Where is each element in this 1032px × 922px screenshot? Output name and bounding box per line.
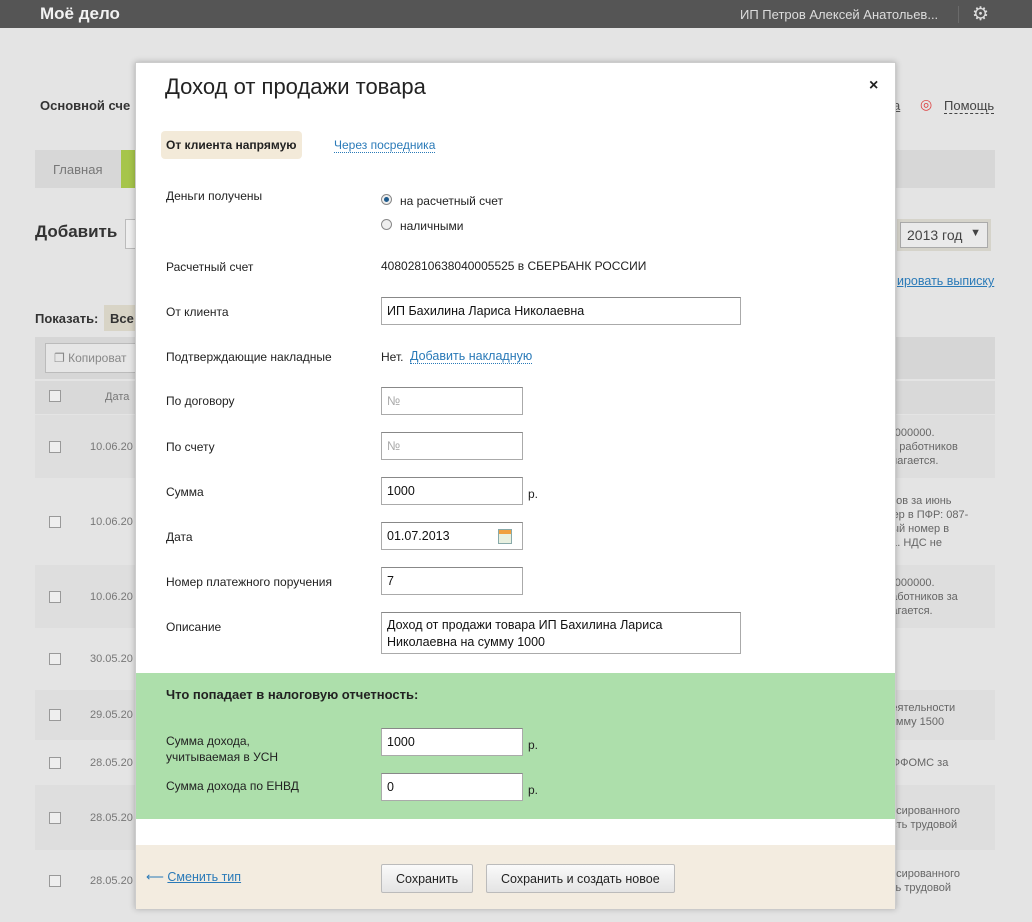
order-label: Номер платежного поручения <box>166 575 332 589</box>
row-description-line: иксированного <box>885 804 960 817</box>
row-date: 28.05.20 <box>90 756 133 769</box>
change-type-link[interactable]: ⟵ Сменить тип <box>146 869 241 884</box>
row-checkbox[interactable] <box>49 590 61 603</box>
account-value: 40802810638040005525 в СБЕРБАНК РОССИИ <box>381 259 647 273</box>
row-description: иксированного сть трудовой <box>885 867 960 895</box>
sum-input[interactable]: 1000 <box>381 477 523 505</box>
row-description-line: мер в ПФР: 087- <box>885 508 969 521</box>
copy-icon: ❐ <box>54 351 65 365</box>
nav-home[interactable]: Главная <box>53 162 102 177</box>
usn-label-1: Сумма дохода, <box>166 734 250 748</box>
help-link[interactable]: Помощь <box>944 98 995 114</box>
description-textarea[interactable]: Доход от продажи товара ИП Бахилина Лари… <box>381 612 741 654</box>
income-dialog: Доход от продажи товара × От клиента нап… <box>135 62 896 909</box>
calendar-icon[interactable] <box>498 529 512 544</box>
usn-input[interactable]: 1000 <box>381 728 523 756</box>
dialog-footer: ⟵ Сменить тип Сохранить Сохранить и созд… <box>136 845 895 909</box>
client-label: От клиента <box>166 305 229 319</box>
row-description-line: асть трудовой <box>885 818 958 831</box>
row-date: 30.05.20 <box>90 653 133 665</box>
contract-label: По договору <box>166 394 235 408</box>
save-and-new-button[interactable]: Сохранить и создать новое <box>486 864 675 893</box>
row-checkbox[interactable] <box>49 756 61 769</box>
year-value: 2013 год <box>907 227 963 243</box>
bill-input[interactable]: № <box>381 432 523 460</box>
row-description-line: ный номер в <box>885 522 950 535</box>
dialog-title: Доход от продажи товара <box>165 74 426 99</box>
row-description-line: сть трудовой <box>885 882 952 894</box>
statement-link[interactable]: ировать выписку <box>897 274 994 288</box>
column-date[interactable]: Дата <box>105 391 129 403</box>
close-icon[interactable]: × <box>869 77 878 95</box>
row-checkbox[interactable] <box>49 515 61 528</box>
money-received-label: Деньги получены <box>166 189 263 203</box>
description-label: Описание <box>166 620 222 634</box>
lifebuoy-icon: ◎ <box>920 96 933 112</box>
tax-section-title: Что попадает в налоговую отчетность: <box>166 687 419 702</box>
row-date: 10.06.20 <box>90 515 133 528</box>
usn-currency: р. <box>528 738 539 752</box>
envd-label: Сумма дохода по ЕНВД <box>166 779 299 793</box>
usn-label-2: учитываемая в УСН <box>166 750 279 764</box>
envd-currency: р. <box>528 783 539 797</box>
row-checkbox[interactable] <box>49 875 61 887</box>
arrow-left-icon: ⟵ <box>146 870 164 884</box>
radio-cash[interactable] <box>381 219 392 230</box>
gear-icon[interactable]: ⚙ <box>972 3 989 26</box>
save-button[interactable]: Сохранить <box>381 864 474 893</box>
tax-section: Что попадает в налоговую отчетность: Сум… <box>136 673 895 819</box>
row-checkbox[interactable] <box>49 440 61 453</box>
row-checkbox[interactable] <box>49 811 61 824</box>
show-filter[interactable]: Все <box>104 305 138 331</box>
invoices-none: Нет. <box>381 350 404 364</box>
row-date: 28.05.20 <box>90 811 133 824</box>
row-description-line: иксированного <box>885 868 960 880</box>
sum-label: Сумма <box>166 485 204 499</box>
row-date: 10.06.20 <box>90 590 133 603</box>
row-description: иков за июнь мер в ПФР: 087- ный номер в 61… <box>885 494 968 550</box>
radio-cash-label[interactable]: наличными <box>400 219 463 233</box>
add-invoice-link[interactable]: Добавить накладную <box>410 349 533 364</box>
date-label: Дата <box>166 530 193 544</box>
row-description: иксированного асть трудовой <box>885 804 960 832</box>
divider <box>958 6 959 23</box>
tab-direct[interactable]: От клиента напрямую <box>161 131 302 159</box>
order-input[interactable]: 7 <box>381 567 523 595</box>
show-label: Показать: <box>35 311 99 326</box>
row-description-line: 61. НДС не <box>885 536 942 549</box>
row-date: 10.06.20 <box>90 440 133 453</box>
client-input[interactable]: ИП Бахилина Лариса Николаевна <box>381 297 741 325</box>
user-menu[interactable]: ИП Петров Алексей Анатольев... <box>740 7 938 22</box>
add-label: Добавить <box>35 222 118 241</box>
copy-button[interactable]: ❐ Копироват <box>45 343 145 373</box>
row-checkbox[interactable] <box>49 653 61 665</box>
row-checkbox[interactable] <box>49 709 61 721</box>
radio-account[interactable] <box>381 194 392 205</box>
row-description-line: иков за июнь <box>885 494 952 507</box>
sum-currency: р. <box>528 487 539 501</box>
tab-intermediary[interactable]: Через посредника <box>334 138 436 153</box>
account-label: Расчетный счет <box>166 260 254 274</box>
bill-label: По счету <box>166 440 215 454</box>
invoices-label: Подтверждающие накладные <box>166 350 332 364</box>
year-select[interactable]: 2013 год ▼ <box>897 219 991 251</box>
copy-label: Копироват <box>68 351 127 365</box>
select-all-checkbox[interactable] <box>49 390 61 402</box>
contract-input[interactable]: № <box>381 387 523 415</box>
logo[interactable]: Моё дело <box>40 4 120 24</box>
top-bar: Моё дело ИП Петров Алексей Анатольев... … <box>0 0 1032 28</box>
change-type-label: Сменить тип <box>167 870 242 884</box>
row-date: 29.05.20 <box>90 709 133 721</box>
row-date: 28.05.20 <box>90 875 133 887</box>
radio-account-label[interactable]: на расчетный счет <box>400 194 503 208</box>
account-title: Основной сче <box>40 98 131 113</box>
envd-input[interactable]: 0 <box>381 773 523 801</box>
